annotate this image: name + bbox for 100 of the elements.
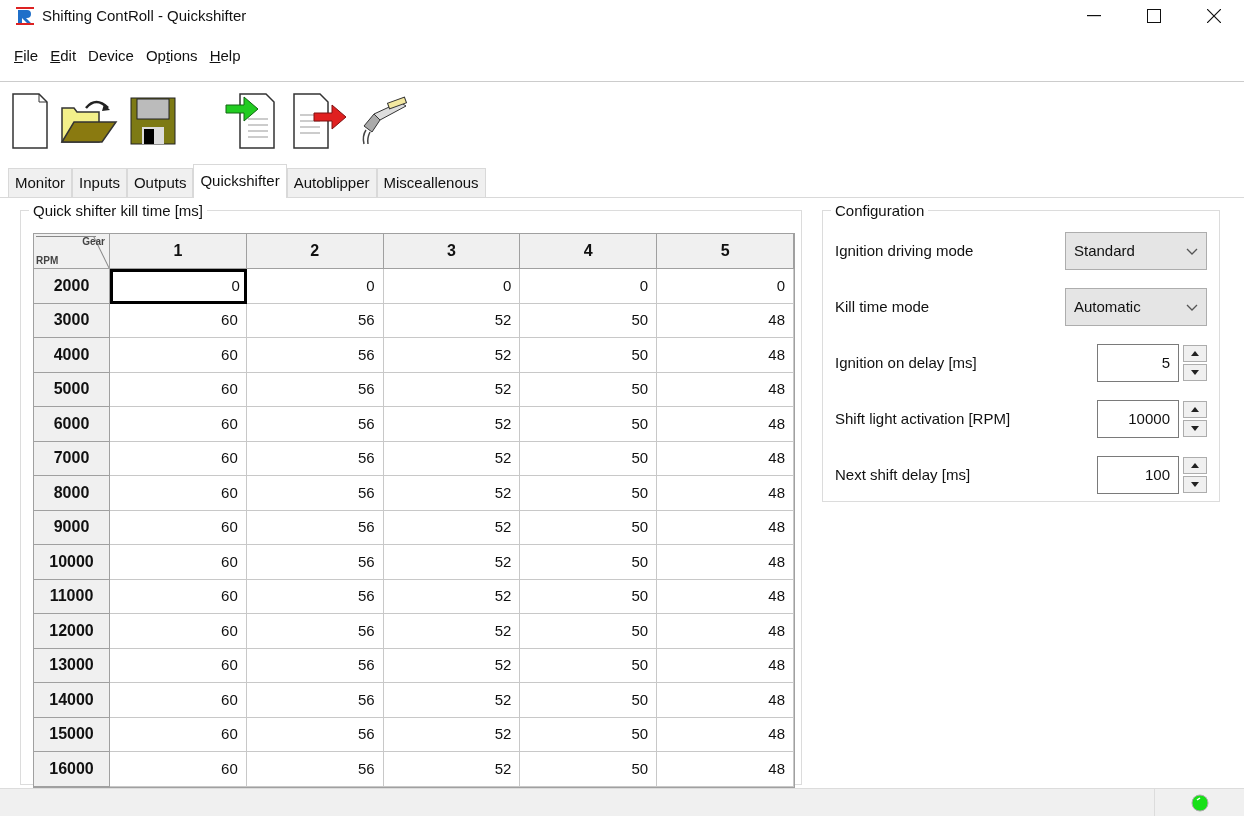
table-cell[interactable]: 60: [110, 752, 247, 787]
table-cell[interactable]: 60: [110, 407, 247, 442]
table-cell[interactable]: 50: [520, 683, 658, 718]
spin-down-button[interactable]: [1183, 420, 1207, 437]
table-cell[interactable]: 48: [657, 683, 794, 718]
table-cell[interactable]: 52: [383, 579, 521, 614]
table-cell[interactable]: 56: [246, 476, 384, 511]
table-cell[interactable]: 56: [246, 683, 384, 718]
table-cell[interactable]: 52: [383, 614, 521, 649]
table-cell[interactable]: 56: [246, 303, 384, 338]
spin-up-button[interactable]: [1183, 401, 1207, 418]
menu-item[interactable]: File: [8, 45, 45, 68]
table-cell[interactable]: 56: [246, 407, 384, 442]
spin-down-button[interactable]: [1183, 476, 1207, 493]
table-cell[interactable]: 60: [110, 683, 247, 718]
table-cell[interactable]: 56: [246, 338, 384, 373]
table-cell[interactable]: 60: [110, 717, 247, 752]
table-cell[interactable]: 48: [657, 545, 794, 580]
export-icon[interactable]: [292, 93, 348, 149]
table-cell[interactable]: 50: [520, 752, 658, 787]
table-cell[interactable]: 48: [657, 441, 794, 476]
cable-connector-icon[interactable]: [360, 96, 410, 146]
table-cell[interactable]: 56: [246, 372, 384, 407]
table-cell[interactable]: 52: [383, 303, 521, 338]
mode-dropdown[interactable]: Standard: [1065, 232, 1207, 270]
table-cell[interactable]: 50: [520, 303, 658, 338]
table-cell[interactable]: 48: [657, 510, 794, 545]
table-cell[interactable]: 60: [110, 476, 247, 511]
table-cell[interactable]: 0: [110, 269, 247, 304]
menu-item[interactable]: Help: [203, 45, 247, 68]
table-cell[interactable]: 50: [520, 476, 658, 511]
table-cell[interactable]: 50: [520, 510, 658, 545]
table-cell[interactable]: 48: [657, 372, 794, 407]
table-cell[interactable]: 60: [110, 303, 247, 338]
table-cell[interactable]: 56: [246, 648, 384, 683]
table-cell[interactable]: 50: [520, 579, 658, 614]
table-cell[interactable]: 48: [657, 752, 794, 787]
new-file-icon[interactable]: [12, 93, 48, 149]
table-cell[interactable]: 60: [110, 510, 247, 545]
table-cell[interactable]: 50: [520, 545, 658, 580]
tab[interactable]: Monitor: [8, 168, 73, 198]
table-cell[interactable]: 60: [110, 372, 247, 407]
table-cell[interactable]: 52: [383, 683, 521, 718]
table-cell[interactable]: 52: [383, 338, 521, 373]
table-cell[interactable]: 60: [110, 648, 247, 683]
table-cell[interactable]: 50: [520, 407, 658, 442]
tab[interactable]: Misceallenous: [376, 168, 486, 198]
table-cell[interactable]: 52: [383, 717, 521, 752]
table-cell[interactable]: 50: [520, 372, 658, 407]
table-cell[interactable]: 48: [657, 614, 794, 649]
spin-up-button[interactable]: [1183, 345, 1207, 362]
tab[interactable]: Quickshifter: [193, 164, 287, 198]
table-cell[interactable]: 52: [383, 407, 521, 442]
spin-up-button[interactable]: [1183, 457, 1207, 474]
table-cell[interactable]: 56: [246, 717, 384, 752]
table-cell[interactable]: 56: [246, 614, 384, 649]
table-cell[interactable]: 0: [383, 269, 521, 304]
table-cell[interactable]: 50: [520, 717, 658, 752]
table-cell[interactable]: 48: [657, 476, 794, 511]
table-cell[interactable]: 50: [520, 648, 658, 683]
table-cell[interactable]: 52: [383, 372, 521, 407]
table-cell[interactable]: 48: [657, 338, 794, 373]
save-icon[interactable]: [130, 97, 176, 145]
table-cell[interactable]: 60: [110, 441, 247, 476]
table-cell[interactable]: 50: [520, 441, 658, 476]
table-cell[interactable]: 0: [246, 269, 384, 304]
table-cell[interactable]: 60: [110, 614, 247, 649]
tab[interactable]: Autoblipper: [286, 168, 377, 198]
tab[interactable]: Inputs: [72, 168, 127, 198]
table-cell[interactable]: 48: [657, 579, 794, 614]
table-cell[interactable]: 48: [657, 717, 794, 752]
number-field[interactable]: 100: [1097, 456, 1179, 494]
table-cell[interactable]: 52: [383, 648, 521, 683]
table-cell[interactable]: 60: [110, 545, 247, 580]
table-cell[interactable]: 56: [246, 441, 384, 476]
table-cell[interactable]: 48: [657, 407, 794, 442]
table-cell[interactable]: 52: [383, 752, 521, 787]
table-cell[interactable]: 56: [246, 510, 384, 545]
table-cell[interactable]: 0: [520, 269, 658, 304]
table-cell[interactable]: 52: [383, 441, 521, 476]
table-cell[interactable]: 56: [246, 752, 384, 787]
table-cell[interactable]: 0: [657, 269, 794, 304]
table-cell[interactable]: 52: [383, 545, 521, 580]
table-cell[interactable]: 50: [520, 614, 658, 649]
table-cell[interactable]: 48: [657, 648, 794, 683]
table-cell[interactable]: 52: [383, 476, 521, 511]
number-field[interactable]: 5: [1097, 344, 1179, 382]
table-cell[interactable]: 60: [110, 579, 247, 614]
table-cell[interactable]: 56: [246, 545, 384, 580]
spin-down-button[interactable]: [1183, 364, 1207, 381]
tab[interactable]: Outputs: [126, 168, 194, 198]
menu-item[interactable]: Edit: [44, 45, 83, 68]
table-cell[interactable]: 60: [110, 338, 247, 373]
menu-item[interactable]: Device: [82, 45, 140, 68]
table-cell[interactable]: 50: [520, 338, 658, 373]
menu-item[interactable]: Options: [139, 45, 204, 68]
table-cell[interactable]: 48: [657, 303, 794, 338]
table-cell[interactable]: 52: [383, 510, 521, 545]
table-cell[interactable]: 56: [246, 579, 384, 614]
mode-dropdown[interactable]: Automatic: [1065, 288, 1207, 326]
